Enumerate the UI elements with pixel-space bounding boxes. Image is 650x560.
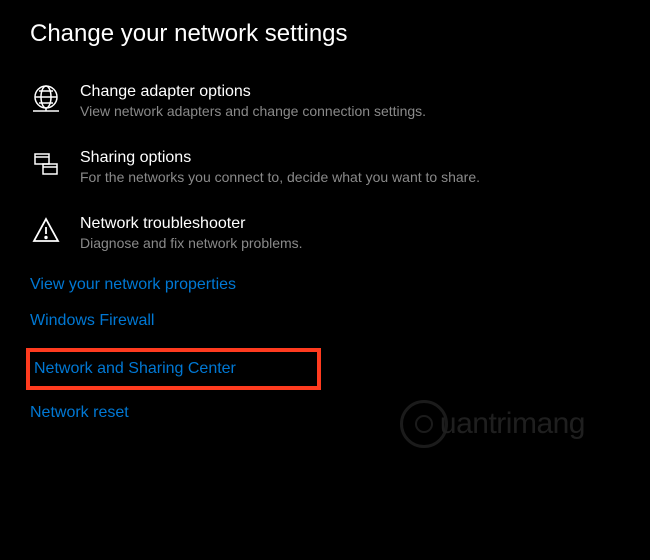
sharing-icon (30, 149, 62, 181)
setting-text: Network troubleshooter Diagnose and fix … (80, 215, 620, 251)
windows-firewall-link[interactable]: Windows Firewall (30, 312, 154, 330)
setting-label: Sharing options (80, 149, 620, 167)
network-troubleshooter-item[interactable]: Network troubleshooter Diagnose and fix … (30, 215, 620, 251)
change-adapter-options-item[interactable]: Change adapter options View network adap… (30, 83, 620, 119)
network-reset-link[interactable]: Network reset (30, 404, 129, 422)
view-network-properties-link[interactable]: View your network properties (30, 276, 236, 294)
section-title: Change your network settings (30, 20, 620, 48)
highlighted-box: Network and Sharing Center (26, 348, 321, 390)
setting-text: Sharing options For the networks you con… (80, 149, 620, 185)
sharing-options-item[interactable]: Sharing options For the networks you con… (30, 149, 620, 185)
setting-desc: For the networks you connect to, decide … (80, 169, 620, 185)
warning-triangle-icon (30, 215, 62, 247)
setting-desc: Diagnose and fix network problems. (80, 235, 620, 251)
setting-label: Change adapter options (80, 83, 620, 101)
setting-label: Network troubleshooter (80, 215, 620, 233)
setting-text: Change adapter options View network adap… (80, 83, 620, 119)
network-sharing-center-link[interactable]: Network and Sharing Center (34, 360, 236, 378)
setting-desc: View network adapters and change connect… (80, 103, 620, 119)
globe-icon (30, 83, 62, 115)
